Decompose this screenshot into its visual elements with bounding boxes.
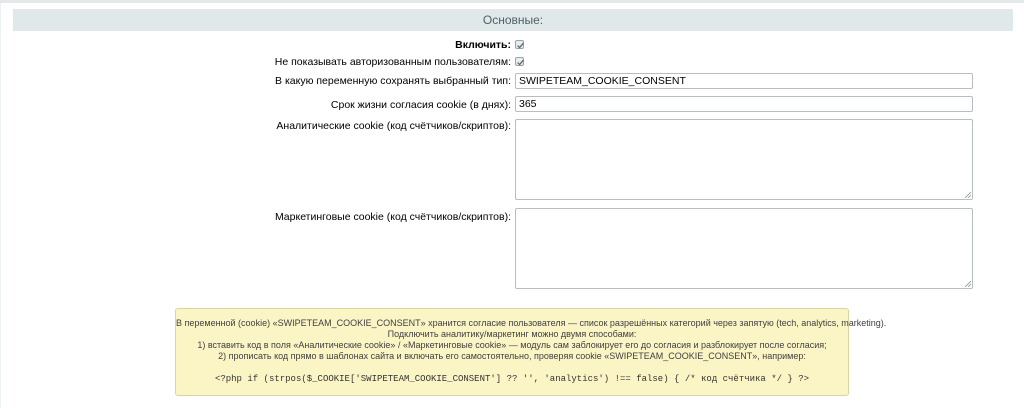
marketing-textarea[interactable] (515, 208, 973, 289)
marketing-label: Маркетинговые cookie (код счётчиков/скри… (274, 211, 511, 223)
resize-grip-icon[interactable] (965, 281, 971, 287)
note-line-3: 1) вставить код в поля «Аналитические co… (197, 340, 827, 350)
resize-grip-icon[interactable] (965, 192, 971, 198)
variable-name-label: В какую переменную сохранять выбранный т… (275, 75, 511, 87)
info-note: В переменной (cookie) «SWIPETEAM_COOKIE_… (175, 308, 887, 396)
note-code-sample: <?php if (strpos($_COOKIE['SWIPETEAM_COO… (214, 374, 810, 384)
section-title: Основные: (482, 13, 544, 27)
enable-checkbox[interactable] (515, 40, 524, 49)
lifetime-label: Срок жизни согласия cookie (в днях): (330, 99, 511, 111)
hide-authorized-label: Не показывать авторизованным пользовател… (274, 56, 511, 68)
note-line-4: 2) прописать код прямо в шаблонах сайта … (218, 351, 806, 361)
analytics-label: Аналитические cookie (код счётчиков/скри… (276, 120, 511, 132)
lifetime-input[interactable] (515, 96, 973, 112)
analytics-textarea[interactable] (515, 119, 973, 200)
checkmark-icon (517, 42, 524, 49)
checkmark-icon (517, 59, 524, 66)
hide-authorized-checkbox[interactable] (515, 57, 524, 66)
section-header: Основные: (13, 9, 1013, 31)
note-line-2: Подключить аналитику/маркетинг можно дву… (387, 329, 637, 339)
note-line-1: В переменной (cookie) «SWIPETEAM_COOKIE_… (176, 318, 887, 328)
variable-name-input[interactable] (515, 73, 973, 89)
settings-panel: Основные: Включить: Не показывать автори… (0, 3, 1024, 408)
enable-label: Включить: (455, 39, 511, 51)
